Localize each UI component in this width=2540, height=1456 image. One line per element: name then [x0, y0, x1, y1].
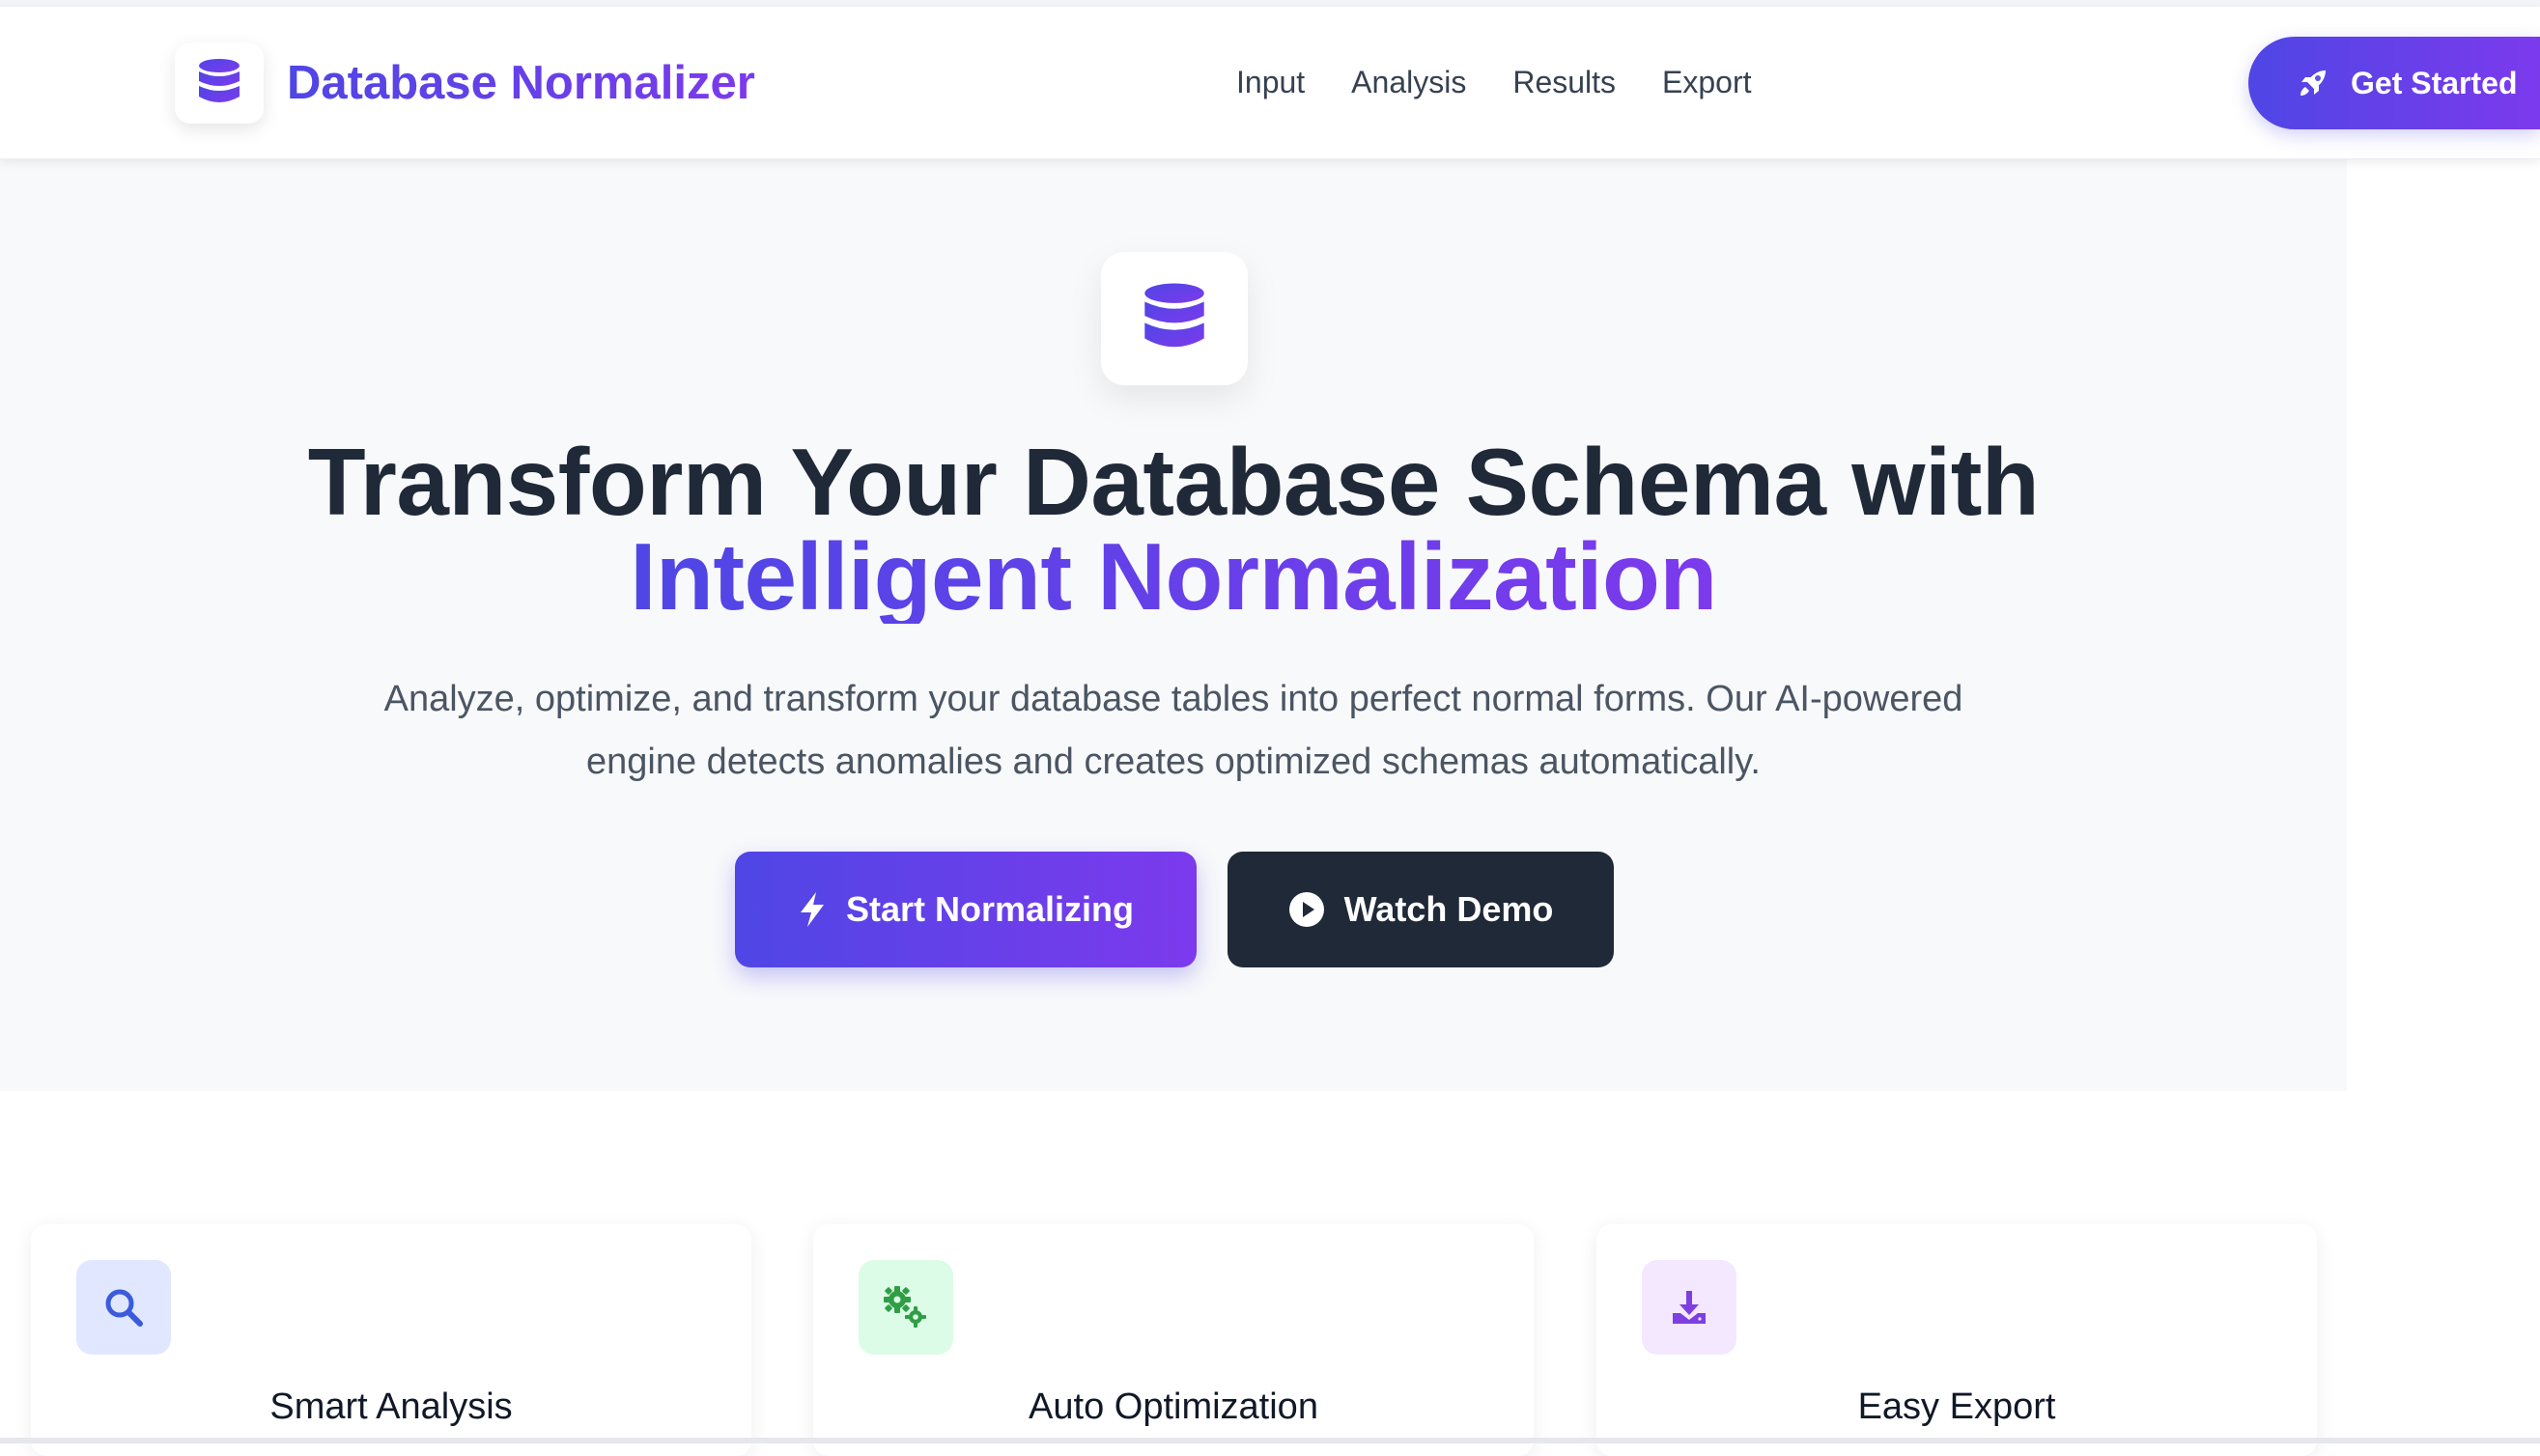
download-icon — [1673, 1291, 1706, 1324]
hero-subtitle-line1: Analyze, optimize, and transform your da… — [383, 679, 1963, 719]
navbar: Database Normalizer Input Analysis Resul… — [0, 7, 2540, 159]
feature-title: Auto Optimization — [1029, 1386, 1318, 1427]
get-started-button[interactable]: Get Started — [2248, 37, 2540, 129]
nav-link-export[interactable]: Export — [1662, 65, 1751, 100]
start-normalizing-button[interactable]: Start Normalizing — [735, 852, 1197, 967]
bolt-icon — [800, 892, 824, 927]
feature-icon-box — [1642, 1260, 1736, 1355]
rocket-icon — [2300, 70, 2326, 96]
play-circle-icon — [1288, 892, 1324, 927]
search-icon — [105, 1289, 143, 1327]
gears-icon — [884, 1286, 926, 1328]
feature-title: Easy Export — [1857, 1386, 2056, 1427]
brand-logo — [175, 42, 264, 124]
nav-link-analysis[interactable]: Analysis — [1351, 65, 1466, 100]
hero-subtitle: Analyze, optimize, and transform your da… — [290, 668, 2057, 794]
feature-title: Smart Analysis — [269, 1386, 513, 1427]
feature-icon-box — [859, 1260, 953, 1355]
feature-icon-box — [76, 1260, 171, 1355]
feature-card-easy-export: Easy Export — [1596, 1224, 2317, 1456]
watch-demo-button[interactable]: Watch Demo — [1228, 852, 1614, 967]
hero-subtitle-line2: engine detects anomalies and creates opt… — [586, 742, 1761, 782]
brand[interactable]: Database Normalizer — [175, 42, 755, 124]
browser-top-strip — [0, 0, 2540, 7]
main-nav: Input Analysis Results Export — [1236, 65, 1752, 100]
hero-section: Transform Your Database Schema with Inte… — [0, 159, 2347, 1091]
watch-demo-label: Watch Demo — [1343, 889, 1554, 929]
feature-card-smart-analysis: Smart Analysis — [31, 1224, 751, 1456]
nav-link-input[interactable]: Input — [1236, 65, 1305, 100]
database-icon — [1144, 283, 1204, 348]
hero-title-highlight: Intelligent Normalization — [630, 523, 1717, 630]
brand-name: Database Normalizer — [287, 57, 755, 109]
hero-title-line1: Transform Your Database Schema with — [307, 429, 2040, 535]
bottom-divider — [0, 1438, 2540, 1443]
database-icon — [199, 59, 240, 102]
feature-card-auto-optimization: Auto Optimization — [813, 1224, 1534, 1456]
get-started-label: Get Started — [2351, 65, 2518, 100]
hero-title: Transform Your Database Schema with Inte… — [0, 434, 2347, 624]
hero-logo — [1101, 252, 1248, 385]
start-normalizing-label: Start Normalizing — [845, 889, 1135, 929]
nav-link-results[interactable]: Results — [1512, 65, 1616, 100]
